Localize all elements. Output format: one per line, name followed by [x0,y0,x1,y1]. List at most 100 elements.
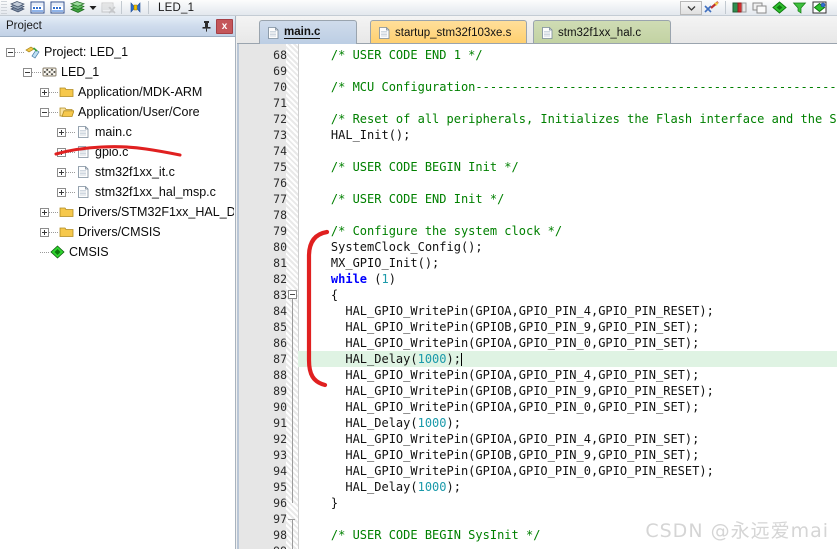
code-line[interactable]: 70 /* MCU Configuration-----------------… [239,79,837,95]
debug-session-icon[interactable] [125,0,145,15]
configure-icon[interactable] [702,0,722,15]
batch-build-icon[interactable] [67,0,87,15]
code-line[interactable]: 90 HAL_GPIO_WritePin(GPIOA,GPIO_PIN_0,GP… [239,399,837,415]
code-line[interactable]: 72 /* Reset of all peripherals, Initiali… [239,111,837,127]
rebuild-icon[interactable] [47,0,67,15]
tree-item[interactable]: CMSIS [0,242,234,262]
code-line-text: HAL_Delay(1000); [302,480,461,494]
code-line[interactable]: 85 HAL_GPIO_WritePin(GPIOB,GPIO_PIN_9,GP… [239,319,837,335]
code-line[interactable]: 76 [239,175,837,191]
expand-icon[interactable] [57,167,66,177]
code-line[interactable]: 79 /* Configure the system clock */ [239,223,837,239]
code-line[interactable]: 74 [239,143,837,159]
code-line-text: /* USER CODE BEGIN Init */ [302,160,519,174]
line-number: 71 [273,96,287,110]
chevron-down-icon[interactable] [680,0,702,15]
tree-connector [66,171,75,173]
expand-icon[interactable] [57,147,66,157]
code-line[interactable]: 75 /* USER CODE BEGIN Init */ [239,159,837,175]
editor-tab[interactable]: stm32f1xx_hal.c [533,20,671,44]
code-line[interactable]: 95 HAL_Delay(1000); [239,479,837,495]
code-line[interactable]: 88 HAL_GPIO_WritePin(GPIOA,GPIO_PIN_4,GP… [239,367,837,383]
expand-icon[interactable] [57,187,66,197]
collapse-icon[interactable] [6,47,15,57]
c-file-icon [266,26,279,40]
code-line[interactable]: 71 [239,95,837,111]
code-line[interactable]: 92 HAL_GPIO_WritePin(GPIOA,GPIO_PIN_4,GP… [239,431,837,447]
code-line[interactable]: 73 HAL_Init(); [239,127,837,143]
code-line-text: /* USER CODE BEGIN SysInit */ [302,528,541,542]
line-number: 90 [273,400,287,414]
tree-item-label: stm32f1xx_hal_msp.c [95,185,216,199]
code-line[interactable]: 80 SystemClock_Config(); [239,239,837,255]
tree-connector [49,91,58,93]
tree-item[interactable]: Application/MDK-ARM [0,82,234,102]
line-number: 80 [273,240,287,254]
code-line[interactable]: 87 HAL_Delay(1000); [239,351,837,367]
code-line[interactable]: 83 { [239,287,837,303]
expand-icon[interactable] [40,87,49,97]
target-options-icon[interactable] [769,0,789,15]
tree-item[interactable]: gpio.c [0,142,234,162]
expand-icon[interactable] [40,207,49,217]
code-line[interactable]: 81 MX_GPIO_Init(); [239,255,837,271]
tree-item[interactable]: Drivers/STM32F1xx_HAL_Driv [0,202,234,222]
dropdown-arrow-icon[interactable] [87,0,98,15]
code-line-text: /* Configure the system clock */ [302,224,563,238]
close-icon[interactable]: x [216,18,233,34]
code-line[interactable]: 78 [239,207,837,223]
code-line-text: HAL_GPIO_WritePin(GPIOA,GPIO_PIN_4,GPIO_… [302,304,714,318]
tree-item[interactable]: Drivers/CMSIS [0,222,234,242]
code-line-text: HAL_GPIO_WritePin(GPIOA,GPIO_PIN_0,GPIO_… [302,400,700,414]
tree-item[interactable]: Project: LED_1 [0,42,234,62]
expand-icon[interactable] [57,127,66,137]
project-icon [24,45,40,59]
code-line-text: HAL_Init(); [302,128,411,142]
code-line[interactable]: 82 while (1) [239,271,837,287]
tree-item[interactable]: LED_1 [0,62,234,82]
line-number: 83 [273,288,287,302]
code-line[interactable]: 68 /* USER CODE END 1 */ [239,47,837,63]
csdn-watermark: CSDN @永远爱mai [645,520,829,542]
tree-item[interactable]: stm32f1xx_hal_msp.c [0,182,234,202]
code-line-text: HAL_Delay(1000); [302,416,461,430]
collapse-icon[interactable] [40,107,49,117]
fold-guide-sysinit [292,519,293,549]
code-editor[interactable]: 68 /* USER CODE END 1 */69 70 /* MCU Conf… [237,44,837,549]
tree-connector [49,231,58,233]
pin-icon[interactable] [199,18,213,34]
layers-icon[interactable] [7,0,27,15]
tree-item[interactable]: Application/User/Core [0,102,234,122]
filter-icon[interactable] [789,0,809,15]
editor-tab[interactable]: main.c [259,20,357,44]
tree-connector [66,191,75,193]
code-line-text: } [302,496,339,510]
code-line[interactable]: 91 HAL_Delay(1000); [239,415,837,431]
expand-icon[interactable] [40,227,49,237]
code-line[interactable]: 94 HAL_GPIO_WritePin(GPIOA,GPIO_PIN_0,GP… [239,463,837,479]
code-line[interactable]: 96 } [239,495,837,511]
collapse-icon[interactable] [23,67,32,77]
editor-tabbar[interactable]: main.c startup_stm32f103xe.s stm32f1xx_hal… [237,16,837,44]
tree-item[interactable]: stm32f1xx_it.c [0,162,234,182]
code-line[interactable]: 77 /* USER CODE END Init */ [239,191,837,207]
code-line[interactable]: 86 HAL_GPIO_WritePin(GPIOA,GPIO_PIN_0,GP… [239,335,837,351]
project-tree[interactable]: Project: LED_1 LED_1 Application/MDK-ARM Ap… [0,37,234,549]
books-icon[interactable] [729,0,749,15]
windows-icon[interactable] [749,0,769,15]
code-line-text: /* USER CODE END Init */ [302,192,505,206]
toolbar-grip[interactable] [1,0,7,15]
code-line[interactable]: 84 HAL_GPIO_WritePin(GPIOA,GPIO_PIN_4,GP… [239,303,837,319]
code-line[interactable]: 89 HAL_GPIO_WritePin(GPIOB,GPIO_PIN_9,GP… [239,383,837,399]
fold-toggle-icon[interactable] [288,290,297,299]
code-line[interactable]: 93 HAL_GPIO_WritePin(GPIOB,GPIO_PIN_9,GP… [239,447,837,463]
tree-item[interactable]: main.c [0,122,234,142]
code-line[interactable]: 69 [239,63,837,79]
editor-tab[interactable]: startup_stm32f103xe.s [370,20,527,44]
build-icon[interactable] [27,0,47,15]
tree-item-label: CMSIS [69,245,109,259]
target-selector[interactable]: LED_1 [152,2,194,14]
code-line-text: MX_GPIO_Init(); [302,256,440,270]
code-line[interactable]: 99 [239,543,837,549]
manage-runtime-icon[interactable] [809,0,829,15]
